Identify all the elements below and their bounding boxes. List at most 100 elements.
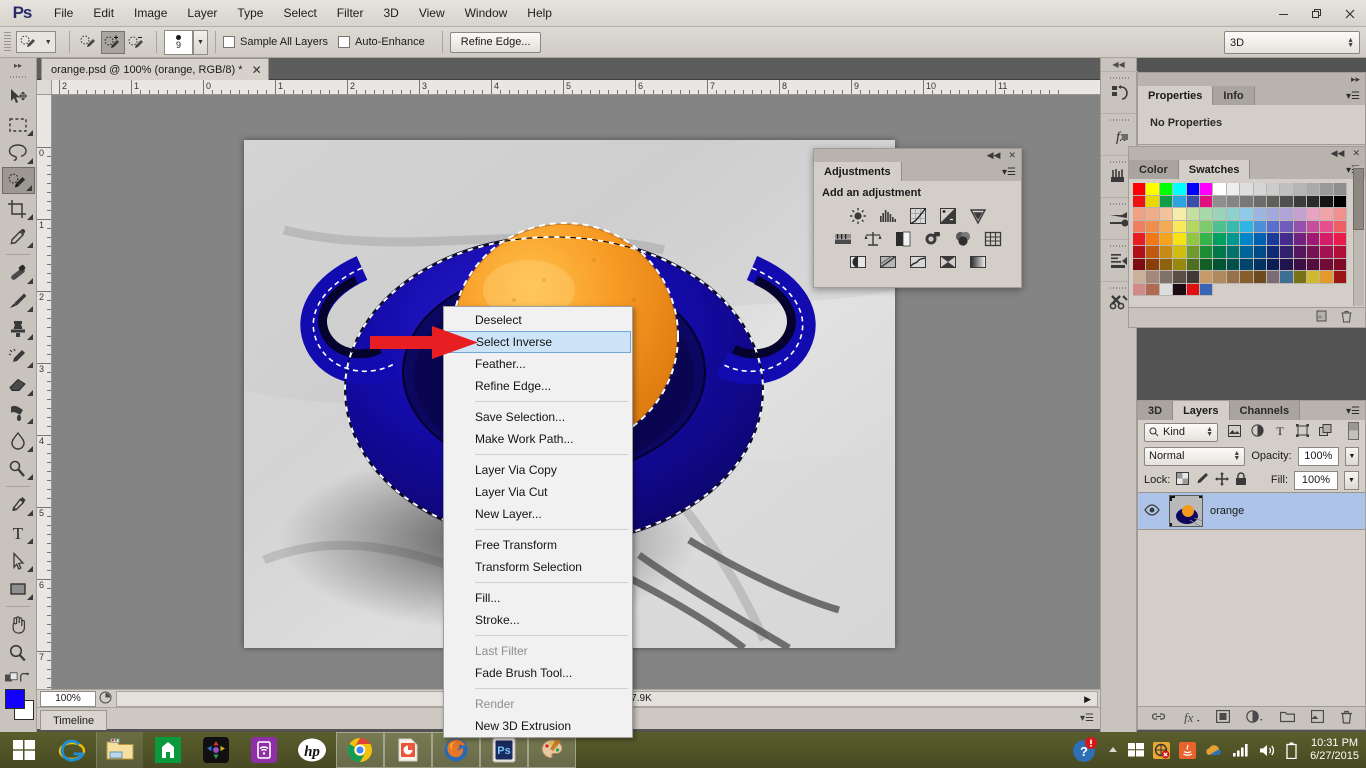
color-swatch[interactable] <box>1159 220 1174 234</box>
menu-item-transform-selection[interactable]: Transform Selection <box>444 556 632 578</box>
apps-folder-icon[interactable] <box>192 732 240 768</box>
color-swatch[interactable] <box>1199 220 1214 234</box>
menu-item-stroke[interactable]: Stroke... <box>444 609 632 631</box>
windows-flag-icon[interactable] <box>1128 742 1145 758</box>
color-swatch[interactable] <box>1173 195 1187 209</box>
color-swatch[interactable] <box>1159 271 1174 284</box>
color-swatch[interactable] <box>1133 195 1147 209</box>
hand-tool[interactable] <box>2 611 35 638</box>
color-swatch[interactable] <box>1266 183 1281 196</box>
move-tool[interactable] <box>2 83 35 110</box>
volume-icon[interactable] <box>1259 743 1277 758</box>
taskbar-clock[interactable]: 10:31 PM 6/27/2015 <box>1306 737 1359 763</box>
tab-timeline[interactable]: Timeline <box>40 710 108 730</box>
tab-color[interactable]: Color <box>1129 160 1179 179</box>
layer-mask-icon[interactable] <box>1215 709 1230 726</box>
menu-filter[interactable]: Filter <box>327 1 374 25</box>
color-swatch[interactable] <box>1159 183 1174 196</box>
color-swatch[interactable] <box>1226 195 1241 209</box>
color-swatch[interactable] <box>1253 183 1267 196</box>
color-swatch[interactable] <box>1146 220 1160 234</box>
vertical-ruler[interactable]: 0 1 2 3 4 5 6 7 <box>37 95 52 689</box>
link-layers-icon[interactable] <box>1151 710 1166 726</box>
auto-enhance-checkbox[interactable] <box>338 36 351 48</box>
color-swatch[interactable] <box>1240 195 1254 209</box>
color-swatch[interactable] <box>1173 245 1187 259</box>
screen-cast-icon[interactable] <box>240 732 288 768</box>
color-swatch[interactable] <box>1280 233 1294 246</box>
new-swatch-icon[interactable] <box>1316 310 1329 326</box>
color-swatch[interactable] <box>1186 258 1200 272</box>
color-swatch[interactable] <box>1199 195 1214 209</box>
color-swatch[interactable] <box>1186 208 1200 221</box>
color-swatch[interactable] <box>1226 258 1241 272</box>
color-swatch[interactable] <box>1333 245 1348 259</box>
color-swatch[interactable] <box>1213 195 1227 209</box>
curves-icon[interactable] <box>908 206 928 225</box>
help-alert-icon[interactable]: ? <box>1072 737 1098 763</box>
rail-grip[interactable] <box>1110 285 1129 290</box>
blend-mode-dropdown[interactable]: Normal ▲ ▼ <box>1144 446 1246 466</box>
color-swatch[interactable] <box>1266 258 1281 272</box>
color-swatch[interactable] <box>1280 271 1294 284</box>
color-swatch[interactable] <box>1266 195 1281 209</box>
swatch-grid[interactable] <box>1129 179 1365 297</box>
color-swatch[interactable] <box>1307 183 1321 196</box>
tab-3d[interactable]: 3D <box>1138 401 1174 420</box>
menu-type[interactable]: Type <box>227 1 273 25</box>
new-group-icon[interactable] <box>1279 710 1295 726</box>
color-swatch[interactable] <box>1173 233 1187 246</box>
exposure-icon[interactable] <box>938 206 958 225</box>
color-swatch[interactable] <box>1173 208 1187 221</box>
new-fill-adjustment-icon[interactable] <box>1245 710 1264 726</box>
color-swatch[interactable] <box>1173 271 1187 284</box>
color-swatch[interactable] <box>1240 208 1254 221</box>
new-layer-icon[interactable] <box>1310 709 1324 726</box>
color-swatch[interactable] <box>1280 195 1294 209</box>
eraser-tool[interactable] <box>2 371 35 398</box>
menu-item-fill[interactable]: Fill... <box>444 587 632 609</box>
rail-grip[interactable] <box>1110 117 1129 122</box>
brush-size-picker[interactable]: 9 <box>164 29 193 55</box>
color-swatch[interactable] <box>1307 220 1321 234</box>
color-swatch[interactable] <box>1226 233 1241 246</box>
color-swatch[interactable] <box>1213 245 1227 259</box>
color-swatch[interactable] <box>1159 195 1174 209</box>
filter-toggle-switch[interactable] <box>1348 421 1359 443</box>
menu-item-layer-via-cut[interactable]: Layer Via Cut <box>444 481 632 503</box>
foreground-color-swatch[interactable] <box>5 689 25 709</box>
color-swatch[interactable] <box>1213 220 1227 234</box>
channel-mixer-icon[interactable] <box>953 229 973 248</box>
color-swatch[interactable] <box>1186 183 1200 196</box>
color-swatch[interactable] <box>1320 195 1334 209</box>
windows-store-icon[interactable] <box>144 732 192 768</box>
menu-item-save-selection[interactable]: Save Selection... <box>444 406 632 428</box>
color-swatch[interactable] <box>1280 183 1294 196</box>
color-swatch[interactable] <box>1293 258 1308 272</box>
color-swatch[interactable] <box>1253 208 1267 221</box>
path-selection-tool[interactable] <box>2 547 35 574</box>
color-swatch[interactable] <box>1186 220 1200 234</box>
menu-layer[interactable]: Layer <box>177 1 227 25</box>
minimize-button[interactable] <box>1267 0 1300 27</box>
tab-info[interactable]: Info <box>1213 86 1255 105</box>
color-swatch[interactable] <box>1226 245 1241 259</box>
color-swatch[interactable] <box>1226 271 1241 284</box>
brush-size-dropdown[interactable]: ▼ <box>193 29 208 55</box>
color-swatch[interactable] <box>1320 258 1334 272</box>
gradient-map-icon[interactable] <box>968 252 988 271</box>
color-swatch[interactable] <box>1199 233 1214 246</box>
type-layers-icon[interactable]: T <box>1274 424 1286 440</box>
color-swatch[interactable] <box>1266 233 1281 246</box>
hp-support-icon[interactable]: hp <box>288 732 336 768</box>
color-swatch[interactable] <box>1307 195 1321 209</box>
history-brush-tool[interactable] <box>2 343 35 370</box>
color-swatch[interactable] <box>1159 208 1174 221</box>
menu-file[interactable]: File <box>44 1 83 25</box>
color-swatch[interactable] <box>1333 220 1348 234</box>
color-swatch[interactable] <box>1307 233 1321 246</box>
history-icon[interactable] <box>1101 71 1138 113</box>
collapse-icon[interactable]: ◀◀ <box>1331 148 1345 159</box>
color-swatch[interactable] <box>1253 220 1267 234</box>
color-swatch[interactable] <box>1133 183 1147 196</box>
